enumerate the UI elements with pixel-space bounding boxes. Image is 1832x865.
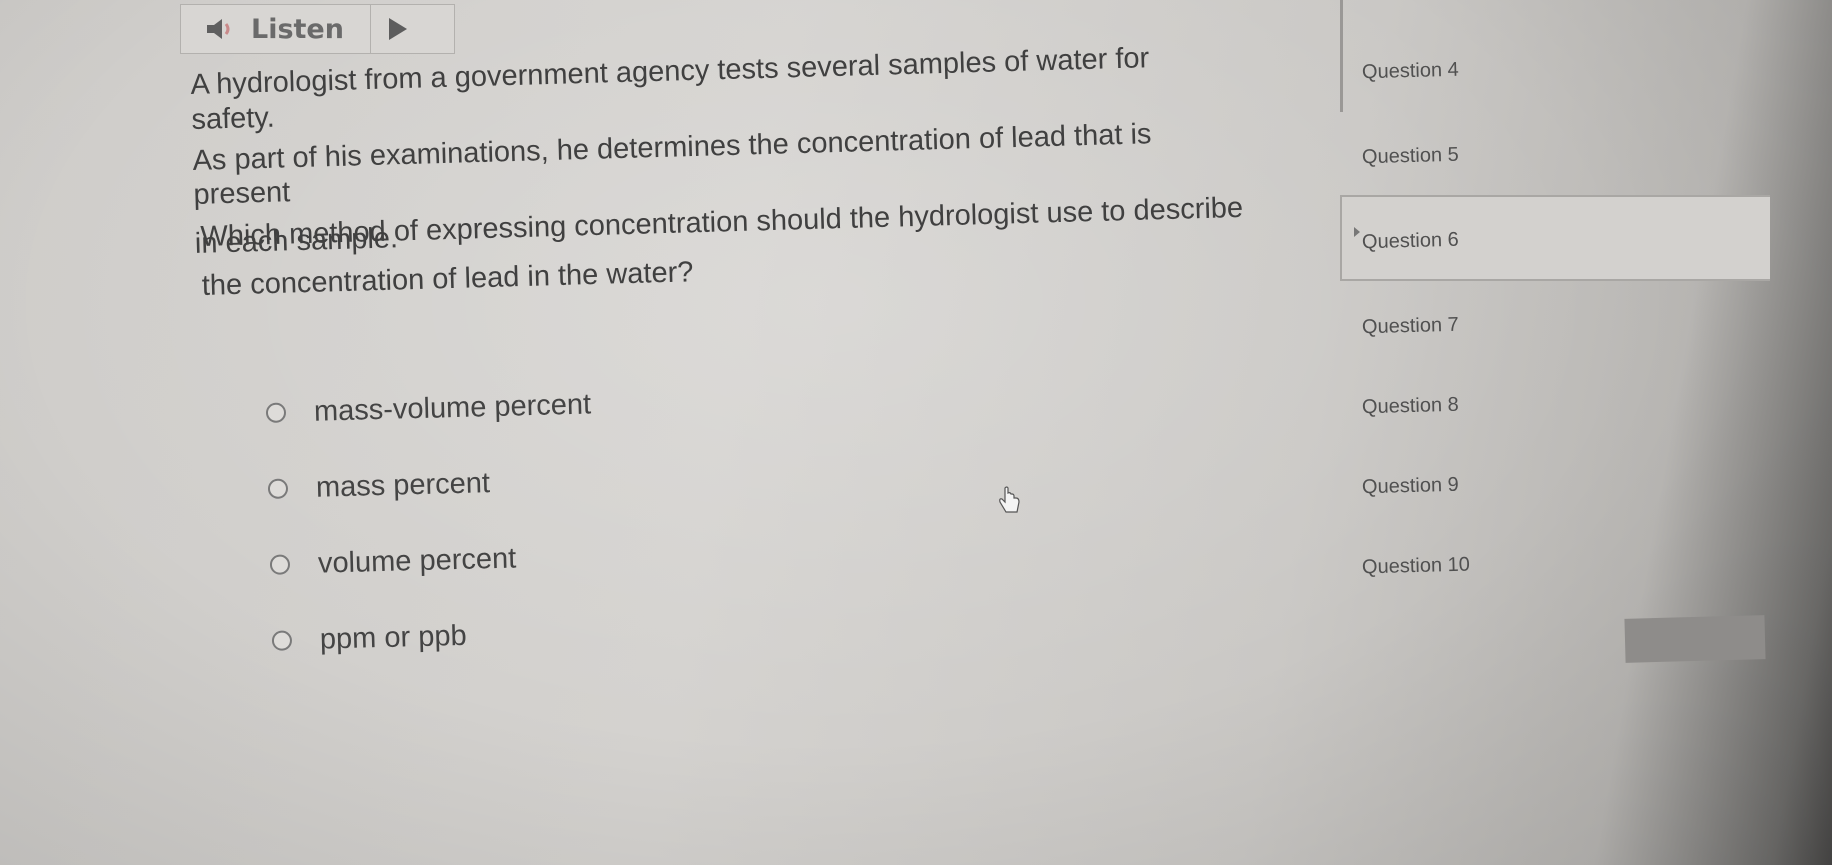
option-label: mass-volume percent: [313, 387, 592, 428]
sidebar-item-question-5[interactable]: Question 5: [1362, 144, 1459, 170]
sidebar-item-question-8[interactable]: Question 8: [1362, 394, 1459, 420]
hand-cursor-icon: [999, 486, 1020, 513]
question-sidebar: Question 4 Question 5 Question 6 Questio…: [1340, 0, 1780, 660]
sidebar-item-question-10[interactable]: Question 10: [1362, 554, 1470, 580]
answer-option[interactable]: mass percent: [267, 442, 594, 526]
radio-button[interactable]: [267, 478, 289, 499]
option-label: mass percent: [315, 466, 491, 504]
option-label: ppm or ppb: [319, 619, 468, 656]
listen-label: Listen: [251, 13, 344, 45]
listen-toolbar: Listen: [180, 4, 455, 54]
play-button[interactable]: [371, 5, 454, 53]
sidebar-item-question-6[interactable]: Question 6: [1362, 229, 1459, 255]
answer-option[interactable]: volume percent: [269, 518, 596, 602]
speaker-icon: [207, 19, 230, 39]
listen-button[interactable]: Listen: [181, 5, 371, 53]
sidebar-item-question-7[interactable]: Question 7: [1362, 314, 1459, 340]
option-label: volume percent: [317, 541, 517, 580]
sidebar-divider: [1340, 0, 1343, 112]
current-marker-icon: [1354, 227, 1360, 237]
sidebar-item-question-4[interactable]: Question 4: [1362, 59, 1459, 85]
radio-button[interactable]: [271, 630, 293, 651]
answer-option[interactable]: mass-volume percent: [265, 366, 592, 450]
sidebar-item-question-9[interactable]: Question 9: [1362, 474, 1459, 500]
next-button[interactable]: [1624, 615, 1766, 663]
answer-option[interactable]: ppm or ppb: [271, 594, 598, 678]
radio-button[interactable]: [269, 554, 291, 575]
answer-options: mass-volume percent mass percent volume …: [265, 366, 598, 678]
play-icon: [388, 18, 407, 40]
radio-button[interactable]: [265, 402, 287, 423]
